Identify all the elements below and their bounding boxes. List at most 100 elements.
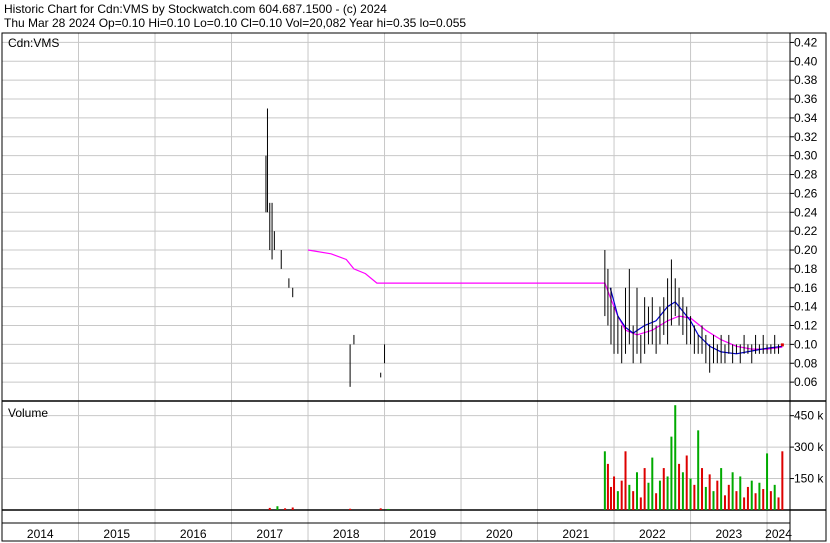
price-tick-label: 0.30 (794, 149, 818, 163)
volume-bar (712, 491, 715, 510)
price-bars (265, 108, 784, 387)
volume-bar (777, 497, 780, 510)
volume-bar (697, 430, 700, 510)
chart-header-line1: Historic Chart for Cdn:VMS by Stockwatch… (4, 2, 387, 16)
volume-bar (731, 472, 734, 510)
volume-bar (620, 480, 623, 510)
price-tick-label: 0.10 (794, 337, 818, 351)
price-tick-labels: 0.42 0.40 0.38 0.36 0.34 0.32 0.30 0.28 0.26 0.24… (794, 35, 818, 389)
volume-tick-label: 300 k (794, 440, 824, 454)
price-gridlines (2, 41, 794, 383)
price-tick-label: 0.28 (794, 168, 818, 182)
volume-bar (678, 463, 681, 510)
price-tick-label: 0.12 (794, 319, 818, 333)
volume-bar (766, 453, 769, 510)
year-label: 2016 (180, 527, 207, 541)
price-tick-label: 0.16 (794, 281, 818, 295)
year-label: 2017 (256, 527, 283, 541)
price-tick-label: 0.08 (794, 356, 818, 370)
volume-bar (662, 468, 665, 510)
volume-bar (603, 451, 606, 510)
price-tick-label: 0.42 (794, 35, 818, 49)
price-tick-label: 0.38 (794, 73, 818, 87)
year-label: 2021 (562, 527, 589, 541)
price-panel-title: Cdn:VMS (8, 36, 59, 50)
volume-bar (268, 507, 271, 510)
volume-bar (685, 455, 688, 510)
volume-bar (291, 507, 294, 510)
stock-chart: Historic Chart for Cdn:VMS by Stockwatch… (1, 2, 827, 542)
ma-long-series (307, 249, 783, 350)
volume-bar (716, 480, 719, 510)
volume-bar (658, 480, 661, 510)
volume-bar (674, 405, 677, 510)
year-gridlines (78, 33, 768, 541)
volume-bars (268, 405, 784, 510)
volume-bar (701, 468, 704, 510)
volume-bar (670, 436, 673, 510)
volume-bar (387, 508, 390, 510)
volume-bar (349, 508, 352, 510)
year-label: 2014 (27, 527, 54, 541)
volume-bar (379, 508, 382, 510)
volume-bar (743, 497, 746, 510)
price-tick-label: 0.34 (794, 111, 818, 125)
volume-bar (723, 495, 726, 510)
volume-bar (655, 493, 658, 510)
volume-bar (720, 468, 723, 510)
volume-bar (628, 484, 631, 510)
price-tick-label: 0.06 (794, 375, 818, 389)
volume-bar (643, 468, 646, 510)
year-label: 2019 (409, 527, 436, 541)
price-tick-label: 0.20 (794, 243, 818, 257)
volume-bar (727, 484, 730, 510)
volume-bar (704, 486, 707, 510)
price-tick-label: 0.32 (794, 130, 818, 144)
price-tick-label: 0.14 (794, 300, 818, 314)
price-tick-label: 0.36 (794, 92, 818, 106)
price-tick-label: 0.26 (794, 186, 818, 200)
chart-frame (1, 32, 827, 542)
year-label: 2018 (333, 527, 360, 541)
volume-bar (276, 506, 279, 510)
year-label: 2023 (715, 527, 742, 541)
volume-bar (616, 491, 619, 510)
volume-bar (635, 472, 638, 510)
volume-tick-label: 150 k (794, 472, 824, 486)
year-label: 2020 (486, 527, 513, 541)
volume-bar (632, 491, 635, 510)
volume-bar (624, 451, 627, 510)
volume-bar (735, 491, 738, 510)
volume-bar (651, 457, 654, 510)
volume-bar (773, 484, 776, 510)
price-tick-label: 0.18 (794, 262, 818, 276)
volume-tick-label: 450 k (794, 409, 824, 423)
volume-bar (754, 493, 757, 510)
volume-bar (609, 486, 612, 510)
volume-panel-title: Volume (8, 406, 48, 420)
volume-bar (647, 482, 650, 510)
price-dot (780, 343, 784, 347)
volume-bar (666, 476, 669, 510)
year-label: 2015 (103, 527, 130, 541)
year-label: 2024 (765, 527, 792, 541)
volume-bar (613, 476, 616, 510)
chart-header-line2: Thu Mar 28 2024 Op=0.10 Hi=0.10 Lo=0.10 … (4, 16, 466, 30)
volume-bar (681, 472, 684, 510)
volume-bar (750, 480, 753, 510)
volume-bar (758, 482, 761, 510)
volume-bar (708, 474, 711, 510)
volume-bar (746, 486, 749, 510)
volume-bar (693, 484, 696, 510)
ma-long-line (307, 249, 783, 350)
volume-bar (769, 491, 772, 510)
volume-bar (639, 497, 642, 510)
price-tick-label: 0.40 (794, 54, 818, 68)
volume-bar (284, 508, 287, 510)
year-label: 2022 (639, 527, 666, 541)
volume-tick-labels: 450 k 300 k 150 k (794, 409, 824, 486)
volume-bar (762, 489, 765, 510)
volume-bar (606, 463, 609, 510)
volume-bar (689, 478, 692, 510)
price-tick-label: 0.22 (794, 224, 818, 238)
